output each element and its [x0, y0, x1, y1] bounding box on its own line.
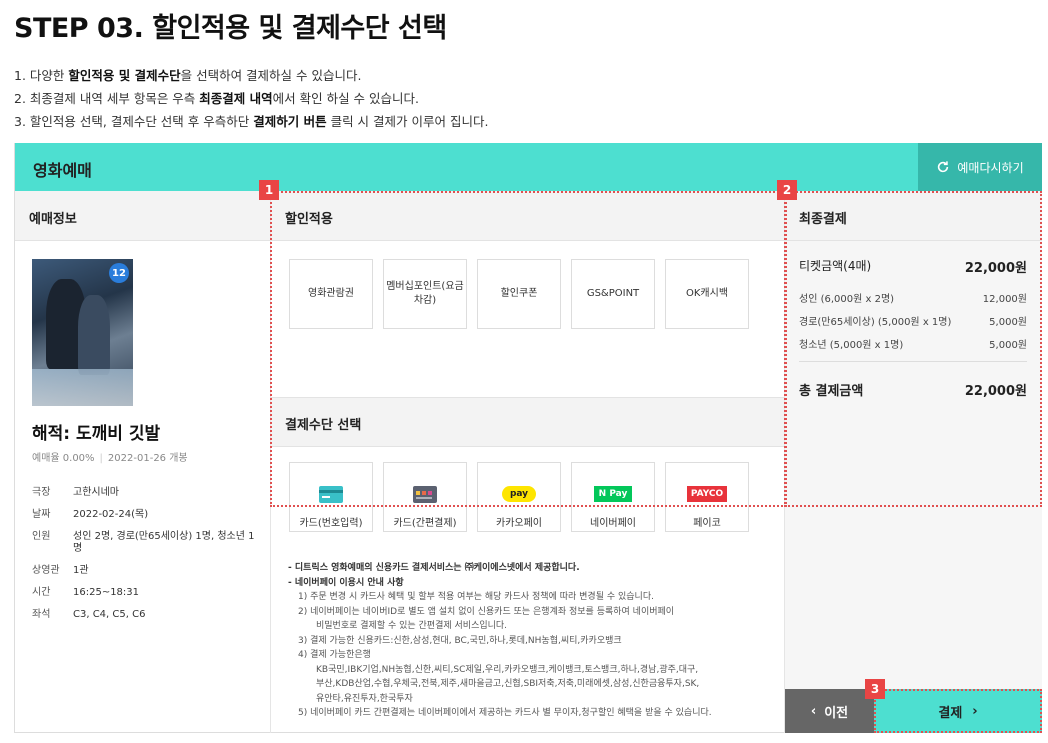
- payment-card-input[interactable]: 카드(번호입력): [289, 462, 373, 532]
- payment-kakaopay[interactable]: pay 카카오페이: [477, 462, 561, 532]
- detail-row-people: 인원 성인 2명, 경로(만65세이상) 1명, 청소년 1명: [32, 531, 255, 554]
- marker-3: 3: [865, 679, 885, 699]
- summary-title: 최종결제: [785, 191, 1042, 241]
- ticket-amount-row: 티켓금액(4매) 22,000원: [799, 259, 1027, 276]
- pay-button[interactable]: 결제 ›: [874, 689, 1042, 733]
- discount-title: 할인적용: [271, 191, 784, 241]
- card-icon: [319, 485, 343, 503]
- summary-line-youth: 청소년 (5,000원 x 1명) 5,000원: [799, 340, 1027, 351]
- marker-2: 2: [777, 180, 797, 200]
- total-amount-row: 총 결제금액 22,000원: [799, 384, 1027, 399]
- release-date: 2022-01-26 개봉: [107, 453, 188, 464]
- booking-info-panel: 예매정보 12 해적: 도깨비 깃발 예매율 0.00% | 2022-01-26 …: [15, 191, 271, 733]
- detail-row-theater: 극장 고한시네마: [32, 487, 119, 498]
- summary-line-adult: 성인 (6,000원 x 2명) 12,000원: [799, 294, 1027, 305]
- discount-option-membership[interactable]: 멤버십포인트(요금차감): [383, 259, 467, 329]
- payco-icon: PAYCO: [686, 486, 728, 502]
- chevron-left-icon: ‹: [810, 703, 817, 719]
- summary-line-senior: 경로(만65세이상) (5,000원 x 1명) 5,000원: [799, 317, 1027, 328]
- prev-button[interactable]: ‹ 이전: [785, 689, 874, 733]
- payment-title: 결제수단 선택: [271, 397, 784, 447]
- naverpay-icon: N Pay: [593, 486, 633, 502]
- booking-rate: 예매율 0.00%: [32, 453, 95, 464]
- instruction-2: 2. 최종결제 내역 세부 항목은 우측 최종결제 내역에서 확인 하실 수 있…: [14, 91, 420, 106]
- summary-divider: [799, 361, 1027, 362]
- discount-payment-panel: 할인적용 영화관람권 멤버십포인트(요금차감) 할인쿠폰 GS&POINT OK…: [271, 191, 785, 733]
- instruction-3: 3. 할인적용 선택, 결제수단 선택 후 우측하단 결제하기 버튼 클릭 시 …: [14, 114, 489, 129]
- discount-option-coupon[interactable]: 할인쿠폰: [477, 259, 561, 329]
- chevron-right-icon: ›: [972, 703, 978, 719]
- age-rating-badge: 12: [109, 263, 129, 283]
- summary-panel: 최종결제 티켓금액(4매) 22,000원 성인 (6,000원 x 2명) 12,…: [785, 191, 1042, 733]
- instructions: 1. 다양한 할인적용 및 결제수단을 선택하여 결제하실 수 있습니다. 2.…: [14, 64, 488, 133]
- discount-options: 영화관람권 멤버십포인트(요금차감) 할인쿠폰 GS&POINT OK캐시백: [289, 259, 749, 329]
- detail-row-date: 날짜 2022-02-24(목): [32, 509, 149, 520]
- discount-option-okcashbag[interactable]: OK캐시백: [665, 259, 749, 329]
- rebook-button[interactable]: 예매다시하기: [918, 143, 1042, 191]
- movie-meta: 예매율 0.00% | 2022-01-26 개봉: [32, 453, 188, 464]
- movie-title: 해적: 도깨비 깃발: [32, 424, 161, 444]
- booking-details: 극장 고한시네마 날짜 2022-02-24(목) 인원 성인 2명, 경로(만65세…: [32, 487, 262, 631]
- discount-option-gspoint[interactable]: GS&POINT: [571, 259, 655, 329]
- kakaopay-icon: pay: [501, 486, 537, 502]
- refresh-icon: [938, 161, 949, 173]
- detail-row-time: 시간 16:25~18:31: [32, 587, 140, 598]
- rebook-label: 예매다시하기: [957, 160, 1024, 175]
- payment-notice: - 디트릭스 영화예매의 신용카드 결제서비스는 ㈜케이에스넷에서 제공합니다.…: [288, 563, 712, 718]
- booking-info-title: 예매정보: [15, 191, 270, 241]
- payment-naverpay[interactable]: N Pay 네이버페이: [571, 462, 655, 532]
- payment-methods: 카드(번호입력) 카드(간편결제) pay 카카오페이 N Pay 네이버페이 …: [289, 462, 749, 532]
- header-title: 영화예매: [33, 161, 92, 180]
- card-easy-icon: [413, 485, 437, 503]
- booking-header: 영화예매 예매다시하기: [15, 143, 1042, 191]
- payment-card-easy[interactable]: 카드(간편결제): [383, 462, 467, 532]
- movie-poster: 12: [32, 259, 133, 406]
- payment-payco[interactable]: PAYCO 페이코: [665, 462, 749, 532]
- summary-details: 티켓금액(4매) 22,000원 성인 (6,000원 x 2명) 12,000원 …: [799, 257, 1027, 399]
- booking-frame: 영화예매 예매다시하기 예매정보 12 해적: 도깨비 깃발 예매율 0.00%…: [14, 143, 1042, 733]
- discount-option-ticket[interactable]: 영화관람권: [289, 259, 373, 329]
- step-title: STEP 03. 할인적용 및 결제수단 선택: [14, 13, 447, 44]
- detail-row-seats: 좌석 C3, C4, C5, C6: [32, 609, 146, 620]
- instruction-1: 1. 다양한 할인적용 및 결제수단을 선택하여 결제하실 수 있습니다.: [14, 68, 362, 83]
- marker-1: 1: [259, 180, 279, 200]
- detail-row-screen: 상영관 1관: [32, 565, 89, 576]
